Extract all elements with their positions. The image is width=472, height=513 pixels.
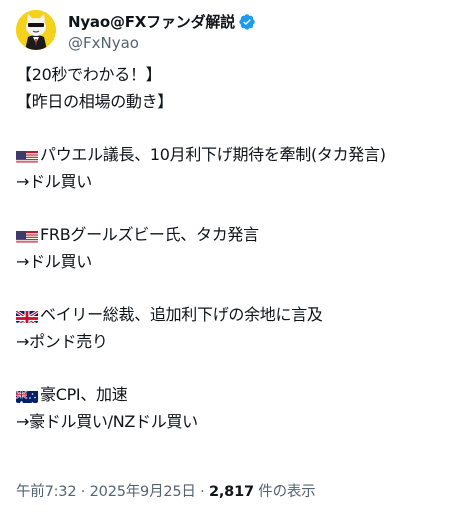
meta-separator: ·: [80, 484, 86, 500]
tweet-line: ベイリー総裁、追加利下げの余地に言及: [16, 302, 462, 329]
tweet-line: →ドル買い: [16, 251, 92, 271]
us-flag-icon: [16, 148, 38, 163]
cat-avatar-icon: [16, 10, 56, 50]
views-label: 件の表示: [258, 484, 316, 500]
meta-separator: ·: [200, 484, 205, 500]
tweet-line-text: パウエル議長、10月利下げ期待を牽制(タカ発言): [40, 145, 386, 165]
tweet-line-text: 豪CPI、加速: [40, 385, 128, 405]
tweet-line: →豪ドル買い/NZドル買い: [16, 411, 198, 431]
tweet-line: 【昨日の相場の動き】: [16, 91, 174, 111]
uk-flag-icon: [16, 308, 38, 324]
avatar[interactable]: [16, 10, 56, 50]
tweet-line-text: FRBグールズビー氏、タカ発言: [40, 225, 259, 245]
tweet-line: 豪CPI、加速: [16, 382, 462, 409]
tweet-header: Nyao@FXファンダ解説 @FxNyao: [16, 10, 256, 53]
user-handle[interactable]: @FxNyao: [68, 33, 256, 53]
tweet-text: 【20秒でわかる！】 【昨日の相場の動き】 パウエル議長、10月利下げ期待を牽制…: [16, 62, 462, 436]
display-name[interactable]: Nyao@FXファンダ解説: [68, 12, 235, 32]
tweet-line: FRBグールズビー氏、タカ発言: [16, 222, 462, 249]
tweet-line: →ポンド売り: [16, 331, 108, 351]
tweet-line: パウエル議長、10月利下げ期待を牽制(タカ発言): [16, 142, 462, 169]
tweet-line-text: ベイリー総裁、追加利下げの余地に言及: [40, 305, 323, 325]
au-flag-icon: [16, 388, 38, 404]
tweet-time[interactable]: 午前7:32: [16, 484, 77, 500]
tweet-meta: 午前7:32 · 2025年9月25日 · 2,817 件の表示: [16, 480, 316, 501]
views-count: 2,817: [208, 484, 254, 500]
tweet-line: →ドル買い: [16, 171, 92, 191]
verified-badge-icon: [239, 14, 255, 30]
tweet-line: 【20秒でわかる！】: [16, 65, 162, 84]
tweet-date[interactable]: 2025年9月25日: [90, 484, 196, 500]
us-flag-icon: [16, 228, 38, 243]
